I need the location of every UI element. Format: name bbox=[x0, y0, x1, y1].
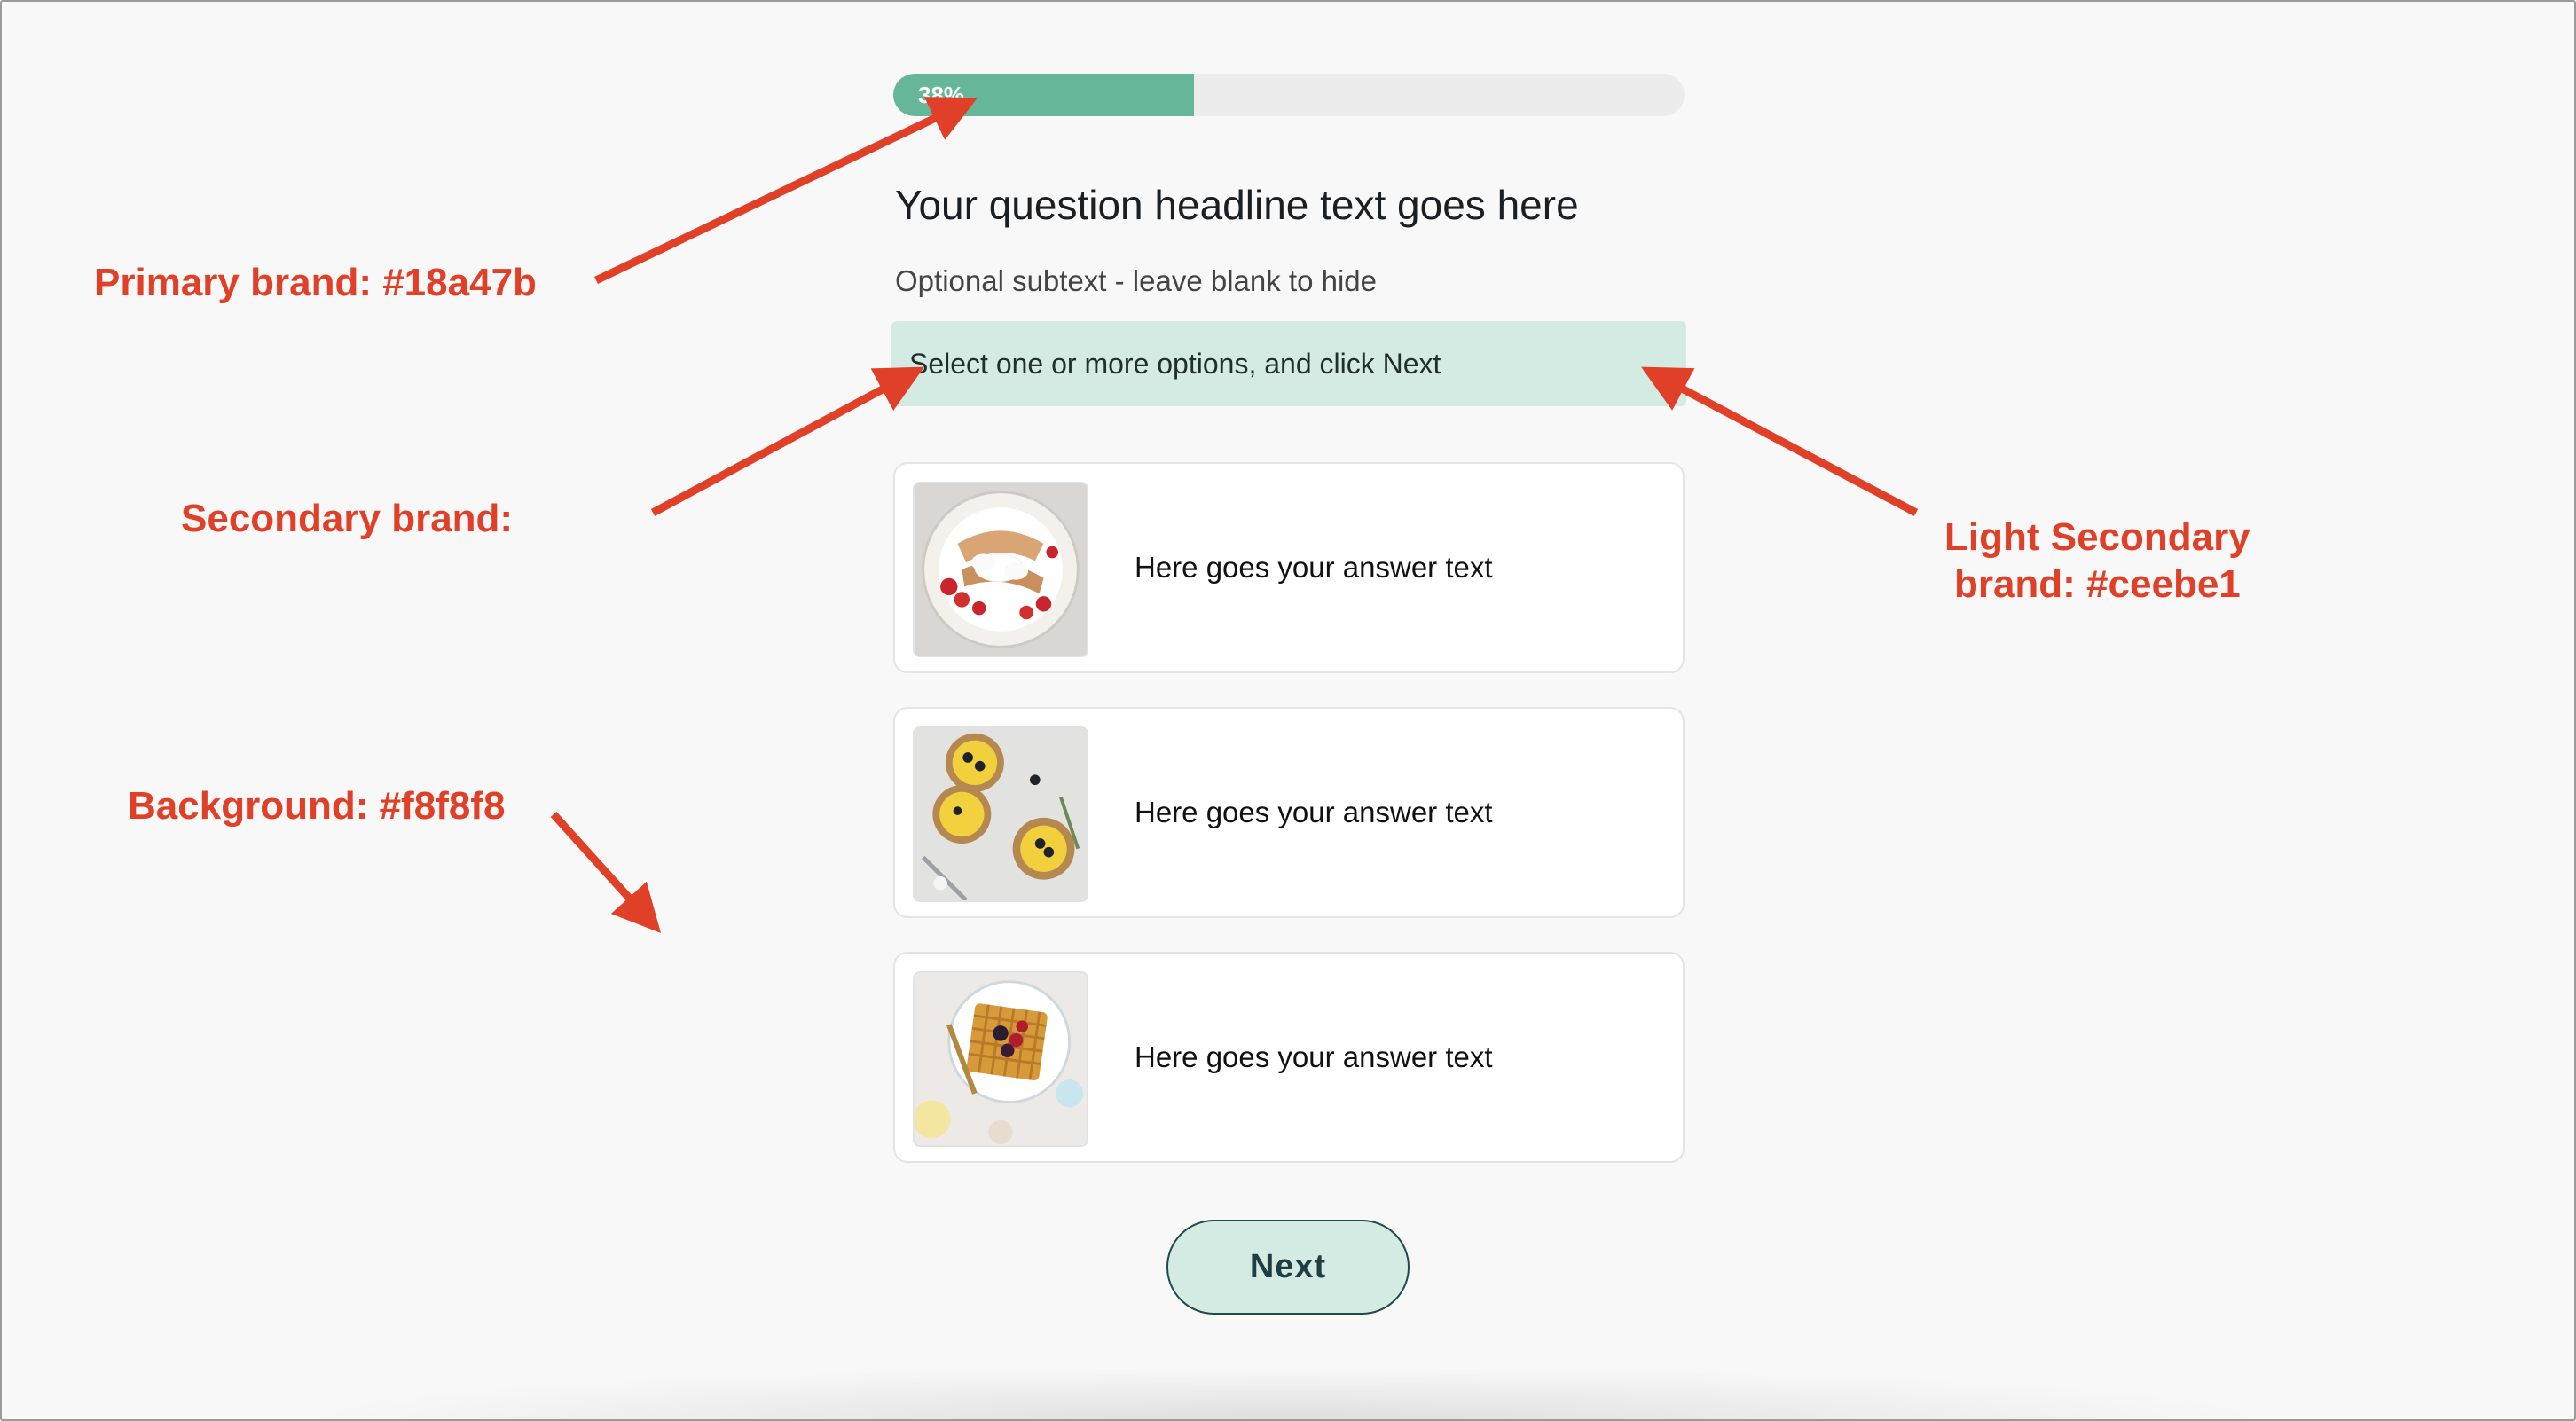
progress-bar: 38% bbox=[893, 74, 1685, 116]
progress-label: 38% bbox=[918, 82, 965, 108]
answer-option-1[interactable]: Here goes your answer text bbox=[893, 462, 1685, 673]
crepes-image bbox=[913, 482, 1088, 657]
annotation-light-secondary-line2: brand: #ceebe1 bbox=[1953, 561, 2241, 606]
annotation-light-secondary-line1: Light Secondary bbox=[1944, 515, 2250, 559]
waffle-image bbox=[913, 971, 1088, 1147]
annotation-secondary-brand: Secondary brand: bbox=[181, 497, 514, 540]
instruction-text: Select one or more options, and click Ne… bbox=[909, 347, 1441, 380]
progress-fill: 38% bbox=[893, 74, 1194, 116]
answer-option-label: Here goes your answer text bbox=[1135, 551, 1493, 584]
answer-option-label: Here goes your answer text bbox=[1135, 796, 1493, 828]
tartlets-image bbox=[913, 726, 1088, 902]
annotation-light-secondary-brand: Light Secondary brand: #ceebe1 bbox=[1944, 514, 2250, 608]
question-subtext: Optional subtext - leave blank to hide bbox=[895, 264, 1378, 297]
instruction-banner: Select one or more options, and click Ne… bbox=[891, 321, 1686, 406]
question-headline: Your question headline text goes here bbox=[895, 182, 1579, 228]
answer-option-label: Here goes your answer text bbox=[1135, 1040, 1493, 1073]
answer-option-3[interactable]: Here goes your answer text bbox=[893, 952, 1685, 1163]
answer-option-2[interactable]: Here goes your answer text bbox=[893, 707, 1685, 918]
annotation-primary-brand: Primary brand: #18a47b bbox=[94, 261, 537, 304]
next-button[interactable]: Next bbox=[1166, 1220, 1410, 1315]
bottom-shadow bbox=[293, 1366, 2280, 1419]
annotation-background: Background: #f8f8f8 bbox=[128, 784, 506, 828]
